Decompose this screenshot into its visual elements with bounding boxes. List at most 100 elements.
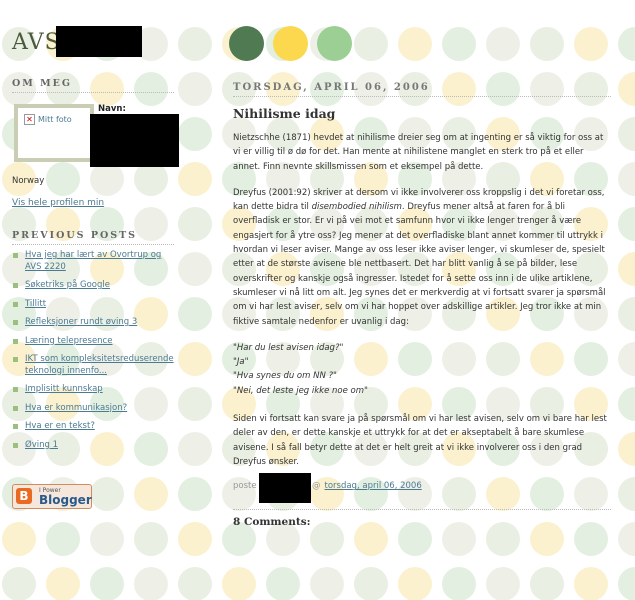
dialogue-line: "Har du lest avisen idag?" — [233, 342, 344, 353]
previous-post-link[interactable]: Læring telepresence — [25, 336, 112, 346]
background-dot — [178, 252, 212, 286]
post-paragraph-3: Siden vi fortsatt kan svare ja på spørsm… — [233, 414, 607, 467]
background-dot — [2, 567, 36, 600]
background-dot — [618, 432, 635, 466]
post-paragraph-2: Dreyfus (2001:92) skriver at dersom vi i… — [233, 186, 611, 329]
background-dot — [90, 162, 124, 196]
previous-post-link[interactable]: IKT som kompleksitetsreduserende teknolo… — [25, 354, 174, 376]
profile-photo[interactable]: ✕ Mitt foto — [14, 104, 94, 162]
background-dot — [310, 567, 344, 600]
powered-by-blogger-badge[interactable]: B I Power Blogger — [12, 484, 92, 509]
broken-image-placeholder: ✕ Mitt foto — [24, 114, 72, 125]
background-dot — [618, 252, 635, 286]
header-circle-yellow — [273, 26, 308, 61]
divider — [233, 509, 611, 511]
background-dot — [618, 72, 635, 106]
badge-brand-text: Blogger — [39, 493, 92, 507]
sidebar: Om meg ✕ Mitt foto Navn: Norway Vis hele … — [12, 78, 179, 509]
bullet-icon — [13, 283, 18, 288]
previous-post-item: Tillitt — [12, 299, 174, 311]
post-paragraph-2-end: . Dreyfus mener altså at faren for å bli… — [233, 202, 606, 327]
background-dot — [134, 522, 168, 556]
previous-posts-heading: Previous Posts — [12, 230, 174, 245]
bullet-icon — [13, 387, 18, 392]
background-dot — [618, 522, 635, 556]
previous-post-item: Søketriks på Google — [12, 280, 174, 292]
background-dot — [134, 477, 168, 511]
redaction-block — [90, 114, 179, 167]
bullet-icon — [13, 301, 18, 307]
background-dot — [178, 72, 212, 106]
background-dot — [486, 567, 520, 600]
view-profile-link[interactable]: Vis hele profilen min — [12, 198, 104, 208]
redaction-block — [259, 473, 311, 504]
background-dot — [486, 27, 520, 61]
background-dot — [178, 477, 212, 511]
background-dot — [46, 567, 80, 600]
background-dot — [618, 342, 635, 376]
previous-post-item: Hva jeg har lært av Ovortrup og AVS 2220 — [12, 250, 174, 273]
dialogue-line: "Nei, det leste jeg ikke noe om" — [233, 385, 368, 396]
dialogue-block: "Har du lest avisen idag?" "Ja" "Hva syn… — [233, 341, 611, 398]
bullet-icon — [13, 405, 18, 411]
background-dot — [178, 432, 212, 466]
post-footer: poste @ torsdag, april 06, 2006 — [233, 473, 611, 504]
background-dot — [618, 117, 635, 151]
previous-post-link[interactable]: Søketriks på Google — [25, 280, 110, 290]
background-dot — [178, 342, 212, 376]
background-dot — [574, 567, 608, 600]
blog-title[interactable]: AVS — [12, 30, 61, 55]
main-content: Torsdag, April 06, 2006 Nihilisme idag N… — [233, 82, 611, 528]
background-dot — [442, 27, 476, 61]
background-dot — [178, 297, 212, 331]
post-permalink[interactable]: torsdag, april 06, 2006 — [325, 481, 422, 491]
previous-post-link[interactable]: Hva er kommunikasjon? — [25, 403, 127, 413]
background-dot — [618, 477, 635, 511]
dialogue-line: "Hva synes du om NN ?" — [233, 371, 337, 382]
name-label: Navn: — [98, 104, 126, 114]
bullet-icon — [13, 253, 18, 258]
background-dot — [178, 207, 212, 241]
location-text: Norway — [12, 176, 45, 186]
header-circle-dark — [229, 26, 264, 61]
previous-post-link[interactable]: Implisitt kunnskap — [25, 384, 103, 394]
background-dot — [178, 387, 212, 421]
post-paragraph-1: Nietzschhe (1871) hevdet at nihilisme dr… — [233, 133, 604, 172]
previous-post-item: Øving 1 — [12, 440, 174, 452]
previous-post-item: Hva er en tekst? — [12, 421, 174, 433]
background-dot — [354, 567, 388, 600]
posted-at-symbol: @ torsdag, april 06, 2006 — [312, 481, 422, 491]
previous-post-link[interactable]: Hva jeg har lært av Ovortrup og AVS 2220 — [25, 250, 161, 272]
background-dot — [574, 27, 608, 61]
background-dot — [618, 297, 635, 331]
post-title[interactable]: Nihilisme idag — [233, 106, 611, 121]
background-dot — [178, 162, 212, 196]
post-paragraph-2-emphasis: disembodied nihilism — [311, 202, 402, 213]
background-dot — [618, 567, 635, 600]
background-dot — [90, 522, 124, 556]
background-dot — [398, 27, 432, 61]
background-dot — [178, 567, 212, 600]
background-dot — [530, 567, 564, 600]
background-dot — [178, 27, 212, 61]
post-date-header: Torsdag, April 06, 2006 — [233, 82, 611, 97]
background-dot — [134, 567, 168, 600]
background-dot — [398, 567, 432, 600]
background-dot — [222, 567, 256, 600]
bullet-icon — [13, 338, 18, 344]
background-dot — [46, 162, 80, 196]
background-dot — [134, 162, 168, 196]
previous-post-item: Læring telepresence — [12, 336, 174, 348]
dialogue-line: "Ja" — [233, 357, 249, 368]
previous-post-link[interactable]: Refleksjoner rundt øving 3 — [25, 317, 137, 327]
background-dot — [90, 567, 124, 600]
previous-post-link[interactable]: Tillitt — [25, 299, 46, 309]
posted-by-label: poste — [233, 481, 257, 492]
bullet-icon — [13, 320, 18, 325]
bullet-icon — [13, 442, 18, 448]
previous-posts-list: Hva jeg har lært av Ovortrup og AVS 2220… — [12, 250, 174, 458]
previous-post-link[interactable]: Øving 1 — [25, 440, 58, 450]
previous-post-link[interactable]: Hva er en tekst? — [25, 421, 95, 431]
background-dot — [442, 567, 476, 600]
previous-post-item: Refleksjoner rundt øving 3 — [12, 317, 174, 329]
